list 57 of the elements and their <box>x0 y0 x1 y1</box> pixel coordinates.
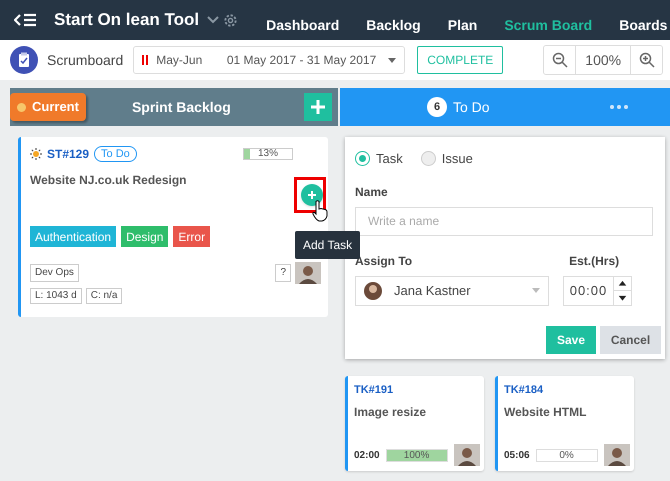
pause-icon <box>142 55 148 65</box>
task-time: 02:00 <box>354 448 380 462</box>
plus-icon <box>308 191 316 199</box>
column-title: Sprint Backlog <box>132 98 231 117</box>
page-title: Scrumboard <box>47 50 124 70</box>
story-id[interactable]: ST#129 <box>47 145 90 163</box>
collapse-menu-icon[interactable] <box>14 13 36 27</box>
clipboard-icon <box>10 46 38 74</box>
nav-tab[interactable]: Boards <box>619 14 668 36</box>
caret-down-icon <box>388 58 396 62</box>
avatar <box>364 280 382 300</box>
zoom-level: 100% <box>584 50 622 70</box>
caret-down-icon <box>532 288 540 293</box>
tag: Error <box>173 226 210 247</box>
nav-tab[interactable]: Dashboard <box>266 14 340 36</box>
type-radio[interactable]: Task <box>355 149 403 168</box>
avatar <box>604 444 630 466</box>
story-title: Website NJ.co.uk Redesign <box>30 172 188 189</box>
avatar <box>295 262 321 284</box>
type-radio[interactable]: Issue <box>420 149 473 168</box>
cancel-button[interactable]: Cancel <box>600 326 661 354</box>
nav-tab[interactable]: Scrum Board <box>504 14 592 36</box>
nav-tab[interactable]: Plan <box>448 14 478 36</box>
column-title: To Do <box>453 98 490 116</box>
chevron-down-icon[interactable] <box>207 16 220 24</box>
progress-reading: 100% <box>402 450 430 460</box>
status-badge: To Do <box>94 146 137 162</box>
avatar <box>454 444 480 466</box>
task-title: Website HTML <box>504 404 588 420</box>
cycle-time: C: n/a <box>86 288 122 304</box>
app-title: Start On lean Tool <box>54 9 200 32</box>
estimate-field[interactable]: 00:00 <box>563 276 632 306</box>
help-badge: ? <box>275 264 291 282</box>
sprint-dropdown[interactable]: May-Jun 01 May 2017 - 31 May 2017 <box>133 46 406 74</box>
tooltip: Add Task <box>295 231 360 259</box>
name-field[interactable]: Write a name <box>355 206 653 236</box>
field-label: Name <box>355 184 389 200</box>
team-label: Dev Ops <box>30 264 79 282</box>
assignee-dropdown[interactable]: Jana Kastner <box>355 276 549 306</box>
task-title: Image resize <box>354 404 428 420</box>
tag: Authentication <box>30 226 116 247</box>
progress-reading: 0% <box>558 450 575 460</box>
tag: Design <box>121 226 168 247</box>
lead-time: L: 1043 d <box>30 288 82 304</box>
hand-cursor-icon <box>312 200 328 222</box>
task-card[interactable]: TK#184 Website HTML 05:06 0% <box>495 376 634 471</box>
task-id[interactable]: TK#191 <box>354 382 480 398</box>
task-card[interactable]: TK#191 Image resize 02:00 100% <box>345 376 484 471</box>
settings-icon[interactable] <box>223 12 238 28</box>
field-label: Est.(Hrs) <box>569 252 620 270</box>
task-id[interactable]: TK#184 <box>504 382 630 398</box>
current-badge: Current <box>10 93 86 121</box>
nav-tab[interactable]: Backlog <box>366 14 421 36</box>
plus-icon <box>311 100 325 114</box>
progress-reading: 13% <box>256 149 279 159</box>
count-badge: 6 <box>427 97 447 117</box>
task-time: 05:06 <box>504 448 530 462</box>
